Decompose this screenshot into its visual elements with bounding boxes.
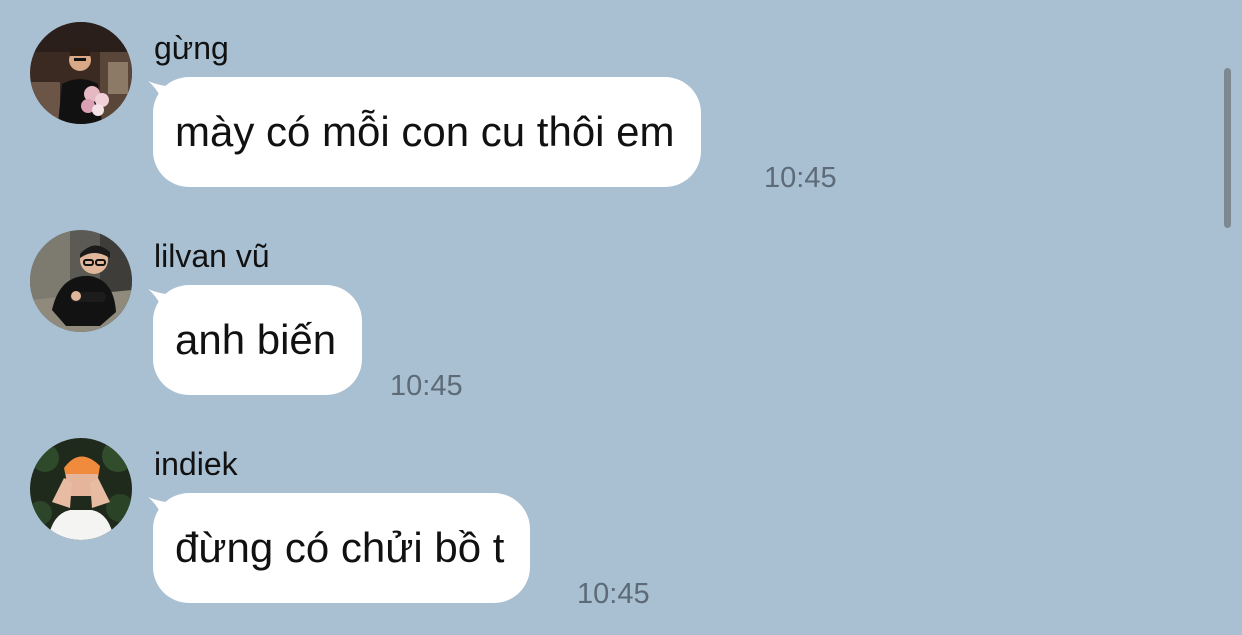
message-row: indiek đừng có chửi bồ t 10:45 (0, 438, 1200, 628)
message-time: 10:45 (577, 578, 650, 610)
sender-name: gừng (154, 30, 229, 66)
avatar-lilvan-icon[interactable] (30, 230, 132, 332)
avatar-gung-icon[interactable] (30, 22, 132, 124)
sender-name: indiek (154, 446, 238, 482)
message-time: 10:45 (764, 162, 837, 194)
message-bubble[interactable]: đừng có chửi bồ t (153, 493, 531, 603)
message-time: 10:45 (390, 370, 463, 402)
scrollbar[interactable] (1224, 68, 1231, 228)
message-row: gừng mày có mỗi con cu thôi em 10:45 (0, 22, 1200, 212)
avatar-indiek-icon[interactable] (30, 438, 132, 540)
sender-name: lilvan vũ (154, 238, 270, 274)
message-bubble[interactable]: mày có mỗi con cu thôi em (153, 77, 701, 187)
chat-view[interactable]: gừng mày có mỗi con cu thôi em 10:45 lil… (0, 0, 1242, 635)
message-bubble[interactable]: anh biến (153, 285, 363, 395)
message-row: lilvan vũ anh biến 10:45 (0, 230, 1200, 420)
